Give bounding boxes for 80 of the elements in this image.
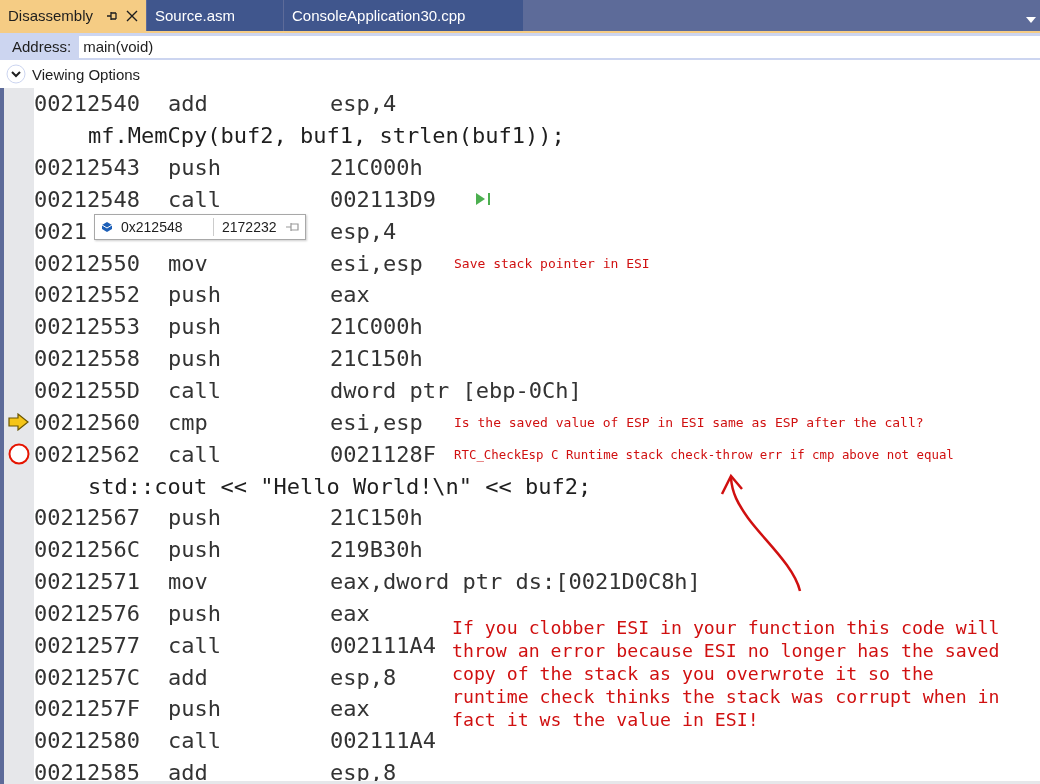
mnemonic-text: call	[168, 632, 221, 658]
breakpoint-icon[interactable]	[8, 443, 30, 466]
address-label: Address:	[12, 38, 72, 55]
source-line: mf.MemCpy(buf2, buf1, strlen(buf1));	[87, 123, 565, 149]
operand-text: esp,4	[330, 91, 397, 117]
mnemonic-text: push	[168, 505, 221, 531]
document-tab[interactable]: Disassembly	[0, 0, 146, 31]
annotation-note: If you clobber ESI in your function this code will throw an error because ESI no longer has the saved copy of the stack as you overwrote it so the runtime check thinks the stack was corrupt when in fact it ws the value in ESI!	[452, 616, 1001, 731]
comment-text: Is the saved value of ESP in ESI same as ESP after the call?	[454, 414, 924, 430]
operand-text: 002113D9	[330, 186, 436, 212]
address-text: 00212552	[34, 282, 140, 308]
address-text: 0021	[34, 218, 87, 244]
mnemonic-text: push	[168, 314, 221, 340]
mnemonic-text: call	[168, 441, 221, 467]
mnemonic-text: add	[168, 760, 208, 784]
operand-text: 219B30h	[330, 537, 423, 563]
operand-text: 21C150h	[330, 346, 423, 372]
address-text: 0021255D	[34, 378, 140, 403]
mnemonic-text: mov	[168, 250, 208, 276]
address-text: 00212585	[34, 760, 140, 784]
address-text: 00212562	[34, 441, 140, 467]
operand-text: eax	[330, 600, 370, 626]
address-field[interactable]: main(void)	[79, 35, 1040, 58]
address-text: 00212550	[34, 250, 140, 276]
address-text: 00212571	[34, 569, 140, 595]
address-text: 0021257C	[34, 664, 140, 690]
address-text: 0021256C	[34, 537, 140, 563]
address-text: 00212543	[34, 155, 140, 181]
operand-text: eax,dword ptr ds:[0021D0C8h]	[330, 569, 701, 595]
chevron-icon[interactable]	[6, 64, 26, 84]
mnemonic-text: push	[168, 696, 221, 722]
operand-text: 21C000h	[330, 155, 423, 181]
mnemonic-text: push	[168, 600, 221, 626]
operand-text: 21C150h	[330, 505, 423, 531]
mnemonic-text: add	[168, 664, 208, 690]
address-text: 00212576	[34, 600, 140, 626]
operand-text: eax	[330, 696, 370, 722]
pin-icon[interactable]	[106, 9, 118, 22]
comment-text: Save stack pointer in ESI	[454, 255, 650, 271]
operand-text: esp,8	[330, 664, 397, 690]
address-text: 00212548	[34, 186, 140, 212]
tip-value: 2172232	[222, 219, 277, 235]
operand-text: 0021128F	[330, 441, 436, 467]
address-text: 00212558	[34, 346, 140, 372]
address-text: 00212553	[34, 314, 140, 340]
variable-icon	[101, 222, 113, 232]
operand-text: 002111A4	[330, 632, 436, 658]
operand-text: dword ptr [ebp-0Ch]	[330, 378, 582, 403]
mnemonic-text: push	[168, 537, 221, 563]
run-to-here-icon[interactable]	[474, 191, 492, 208]
address-text: 0021257F	[34, 696, 140, 722]
mnemonic-text: call	[168, 378, 221, 403]
operand-text: 002111A4	[330, 728, 436, 754]
mnemonic-text: add	[168, 91, 208, 117]
address-text: 00212577	[34, 632, 140, 658]
address-text: 00212567	[34, 505, 140, 531]
mnemonic-text: call	[168, 186, 221, 212]
close-icon[interactable]	[126, 9, 138, 22]
document-tab[interactable]: Source.asm	[147, 0, 283, 31]
mnemonic-text: push	[168, 155, 221, 181]
tip-address: 0x212548	[121, 219, 184, 235]
source-line: std::cout << "Hello World!\n" << buf2;	[87, 473, 592, 499]
mnemonic-text: push	[168, 346, 221, 372]
mnemonic-text: push	[168, 282, 221, 308]
operand-text: esp,8	[330, 760, 397, 784]
address-text: 00212540	[34, 91, 140, 117]
operand-text: esi,esp	[330, 250, 423, 276]
viewing-options-toggle[interactable]: Viewing Options	[32, 65, 141, 83]
comment-text: RTC_CheckEsp C Runtime stack check-throw err if cmp above not equal	[454, 446, 954, 462]
document-tab[interactable]: ConsoleApplication30.cpp	[284, 0, 523, 31]
mnemonic-text: call	[168, 728, 221, 754]
address-text: 00212580	[34, 728, 140, 754]
dropdown-icon[interactable]	[1026, 17, 1036, 23]
operand-text: esp,4	[330, 218, 397, 244]
operand-text: esi,esp	[330, 409, 423, 435]
mnemonic-text: cmp	[168, 409, 208, 435]
address-text: 00212560	[34, 409, 140, 435]
mnemonic-text: mov	[168, 569, 208, 595]
operand-text: eax	[330, 282, 370, 308]
operand-text: 21C000h	[330, 314, 423, 340]
